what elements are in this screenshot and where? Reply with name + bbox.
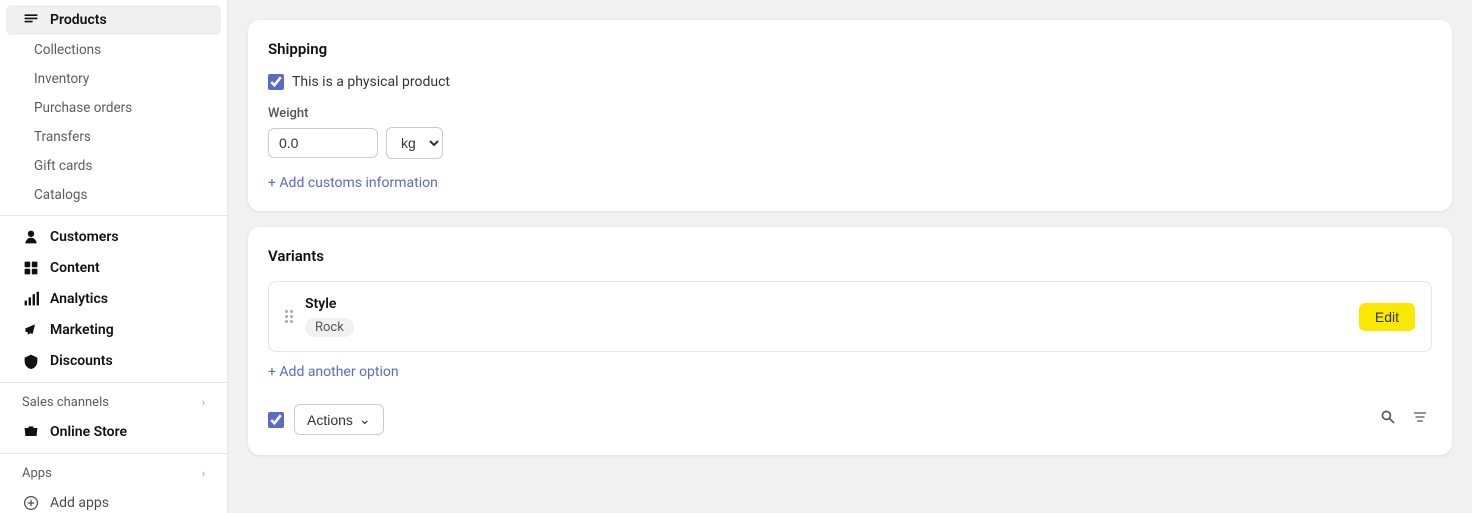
weight-section: Weight kg lb oz g (268, 106, 1432, 159)
discounts-label: Discounts (50, 353, 113, 369)
drag-dot (290, 320, 293, 323)
toolbar-left: Actions ⌄ (268, 404, 384, 435)
select-all-checkbox[interactable] (268, 412, 284, 428)
variant-name: Style (305, 296, 1347, 312)
weight-label: Weight (268, 106, 1432, 121)
analytics-icon (22, 290, 40, 308)
apps-label: Apps (22, 466, 52, 481)
weight-unit-select[interactable]: kg lb oz g (386, 127, 443, 159)
variants-card: Variants Style Rock Edit + Add another o… (248, 227, 1452, 455)
physical-product-label: This is a physical product (292, 74, 450, 90)
sidebar-item-marketing[interactable]: Marketing (6, 315, 221, 345)
shipping-card: Shipping This is a physical product Weig… (248, 20, 1452, 211)
filter-icon (1412, 409, 1428, 430)
sidebar-item-products[interactable]: Products (6, 5, 221, 35)
sidebar-item-add-apps[interactable]: Add apps (6, 488, 221, 513)
physical-product-checkbox[interactable] (268, 74, 284, 90)
content-label: Content (50, 260, 100, 276)
sidebar-divider-1 (0, 215, 227, 216)
inventory-label: Inventory (34, 71, 89, 87)
marketing-icon (22, 321, 40, 339)
sales-channels-label: Sales channels (22, 395, 109, 410)
products-label: Products (50, 12, 107, 28)
drag-dot (285, 310, 288, 313)
shipping-title: Shipping (268, 40, 1432, 58)
edit-button[interactable]: Edit (1359, 303, 1415, 331)
sidebar-item-transfers[interactable]: Transfers (6, 123, 221, 151)
add-apps-icon (22, 494, 40, 512)
add-option-link[interactable]: + Add another option (268, 364, 399, 380)
sidebar-item-discounts[interactable]: Discounts (6, 346, 221, 376)
search-button[interactable] (1376, 405, 1400, 434)
sidebar: Products Collections Inventory Purchase … (0, 0, 228, 513)
sidebar-apps[interactable]: Apps › (6, 460, 221, 487)
sidebar-item-content[interactable]: Content (6, 253, 221, 283)
sidebar-item-purchase-orders[interactable]: Purchase orders (6, 94, 221, 122)
sidebar-item-inventory[interactable]: Inventory (6, 65, 221, 93)
purchase-orders-label: Purchase orders (34, 100, 132, 116)
variant-tag: Rock (305, 318, 354, 337)
weight-input[interactable] (268, 128, 378, 158)
drag-handle-icon[interactable] (285, 310, 293, 323)
variant-info: Style Rock (305, 296, 1347, 337)
online-store-icon (22, 423, 40, 441)
sidebar-sales-channels[interactable]: Sales channels › (6, 389, 221, 416)
sales-channels-chevron-icon: › (202, 396, 205, 409)
main-content: Shipping This is a physical product Weig… (228, 0, 1472, 513)
customs-link[interactable]: + Add customs information (268, 175, 438, 191)
filter-button[interactable] (1408, 405, 1432, 434)
weight-row: kg lb oz g (268, 127, 1432, 159)
actions-button[interactable]: Actions ⌄ (294, 404, 384, 435)
marketing-label: Marketing (50, 322, 114, 338)
physical-product-row: This is a physical product (268, 74, 1432, 90)
online-store-label: Online Store (50, 424, 127, 440)
sidebar-item-customers[interactable]: Customers (6, 222, 221, 252)
add-apps-label: Add apps (50, 495, 109, 511)
discounts-icon (22, 352, 40, 370)
sidebar-item-analytics[interactable]: Analytics (6, 284, 221, 314)
analytics-label: Analytics (50, 291, 108, 307)
sidebar-item-gift-cards[interactable]: Gift cards (6, 152, 221, 180)
customers-icon (22, 228, 40, 246)
drag-dot (285, 315, 288, 318)
collections-label: Collections (34, 42, 101, 58)
table-toolbar: Actions ⌄ (268, 392, 1432, 435)
drag-dot (290, 315, 293, 318)
gift-cards-label: Gift cards (34, 158, 92, 174)
drag-dot (285, 320, 288, 323)
toolbar-right (1376, 405, 1432, 434)
products-icon (22, 11, 40, 29)
drag-dot (290, 310, 293, 313)
sidebar-item-catalogs[interactable]: Catalogs (6, 181, 221, 209)
sidebar-item-online-store[interactable]: Online Store (6, 417, 221, 447)
variant-row-style: Style Rock Edit (268, 281, 1432, 352)
sidebar-item-collections[interactable]: Collections (6, 36, 221, 64)
apps-chevron-icon: › (202, 467, 205, 480)
variants-title: Variants (268, 247, 1432, 265)
customers-label: Customers (50, 229, 119, 245)
sidebar-divider-2 (0, 382, 227, 383)
catalogs-label: Catalogs (34, 187, 87, 203)
sidebar-divider-3 (0, 453, 227, 454)
search-icon (1380, 409, 1396, 430)
transfers-label: Transfers (34, 129, 91, 145)
actions-chevron-icon: ⌄ (359, 411, 371, 428)
actions-label: Actions (307, 412, 353, 428)
content-icon (22, 259, 40, 277)
